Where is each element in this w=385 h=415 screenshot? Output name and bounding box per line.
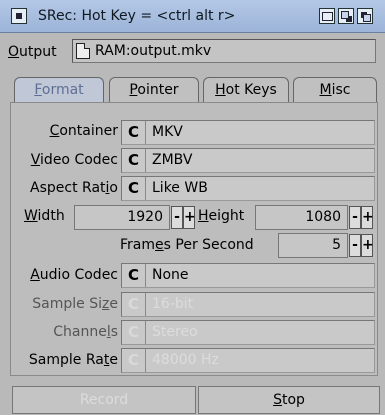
- title-bar[interactable]: SRec: Hot Key = <ctrl alt r>: [0, 0, 385, 33]
- cycle-icon: C: [122, 264, 146, 287]
- width-increment-button[interactable]: +: [183, 206, 196, 229]
- fps-input[interactable]: 5: [278, 233, 348, 258]
- output-value: RAM:output.mkv: [95, 43, 212, 59]
- channels-cycle[interactable]: C Stereo: [121, 320, 375, 345]
- cycle-icon: C: [122, 349, 146, 372]
- cycle-icon: C: [122, 321, 146, 344]
- sample-rate-label: Sample Rate: [28, 352, 118, 368]
- tab-bar: Format Pointer Hot Keys Misc: [10, 77, 378, 103]
- height-input[interactable]: 1080: [255, 205, 348, 230]
- close-icon[interactable]: [11, 8, 27, 24]
- tab-format[interactable]: Format: [14, 77, 104, 103]
- srec-window: SRec: Hot Key = <ctrl alt r> Output RAM:…: [0, 0, 385, 415]
- fps-decrement-button[interactable]: -: [349, 234, 361, 257]
- aspect-ratio-label: Aspect Ratio: [30, 180, 118, 196]
- tab-pointer[interactable]: Pointer: [109, 77, 199, 103]
- width-value: 1920: [127, 209, 163, 225]
- video-codec-label: Video Codec: [30, 152, 118, 168]
- channels-label: Channels: [53, 324, 118, 340]
- sample-size-label: Sample Size: [32, 296, 118, 312]
- channels-value: Stereo: [152, 324, 198, 340]
- container-label: Container: [49, 123, 118, 139]
- output-field[interactable]: RAM:output.mkv: [72, 39, 376, 63]
- iconify-icon[interactable]: [338, 8, 354, 24]
- height-value: 1080: [305, 209, 341, 225]
- video-codec-cycle[interactable]: C ZMBV: [121, 148, 375, 173]
- fps-increment-button[interactable]: +: [361, 234, 374, 257]
- width-label: Width: [24, 208, 65, 224]
- width-decrement-button[interactable]: -: [171, 206, 183, 229]
- audio-codec-label: Audio Codec: [30, 267, 118, 283]
- height-increment-button[interactable]: +: [361, 206, 374, 229]
- file-icon[interactable]: [76, 43, 90, 59]
- width-input[interactable]: 1920: [74, 205, 170, 230]
- stop-button[interactable]: Stop: [198, 386, 380, 414]
- container-value: MKV: [152, 124, 183, 140]
- zoom-icon[interactable]: [319, 8, 335, 24]
- sample-rate-cycle[interactable]: C 48000 Hz: [121, 348, 375, 373]
- window-title: SRec: Hot Key = <ctrl alt r>: [38, 8, 236, 24]
- height-label: Height: [198, 208, 245, 224]
- record-button[interactable]: Record: [12, 386, 196, 414]
- sample-size-value: 16-bit: [152, 296, 194, 312]
- cycle-icon: C: [122, 121, 146, 144]
- sample-size-cycle[interactable]: C 16-bit: [121, 292, 375, 317]
- height-decrement-button[interactable]: -: [349, 206, 361, 229]
- sample-rate-value: 48000 Hz: [152, 352, 219, 368]
- aspect-ratio-value: Like WB: [152, 180, 208, 196]
- tab-hot-keys[interactable]: Hot Keys: [203, 77, 289, 103]
- audio-codec-cycle[interactable]: C None: [121, 263, 375, 288]
- cycle-icon: C: [122, 293, 146, 316]
- aspect-ratio-cycle[interactable]: C Like WB: [121, 176, 375, 201]
- audio-codec-value: None: [152, 267, 189, 283]
- fps-value: 5: [332, 237, 341, 253]
- fps-label: Frames Per Second: [120, 237, 254, 253]
- cycle-icon: C: [122, 149, 146, 172]
- container-cycle[interactable]: C MKV: [121, 120, 375, 145]
- output-label: Output: [8, 44, 57, 60]
- cycle-icon: C: [122, 177, 146, 200]
- tab-misc[interactable]: Misc: [293, 77, 377, 103]
- video-codec-value: ZMBV: [152, 152, 193, 168]
- depth-icon[interactable]: [357, 8, 373, 24]
